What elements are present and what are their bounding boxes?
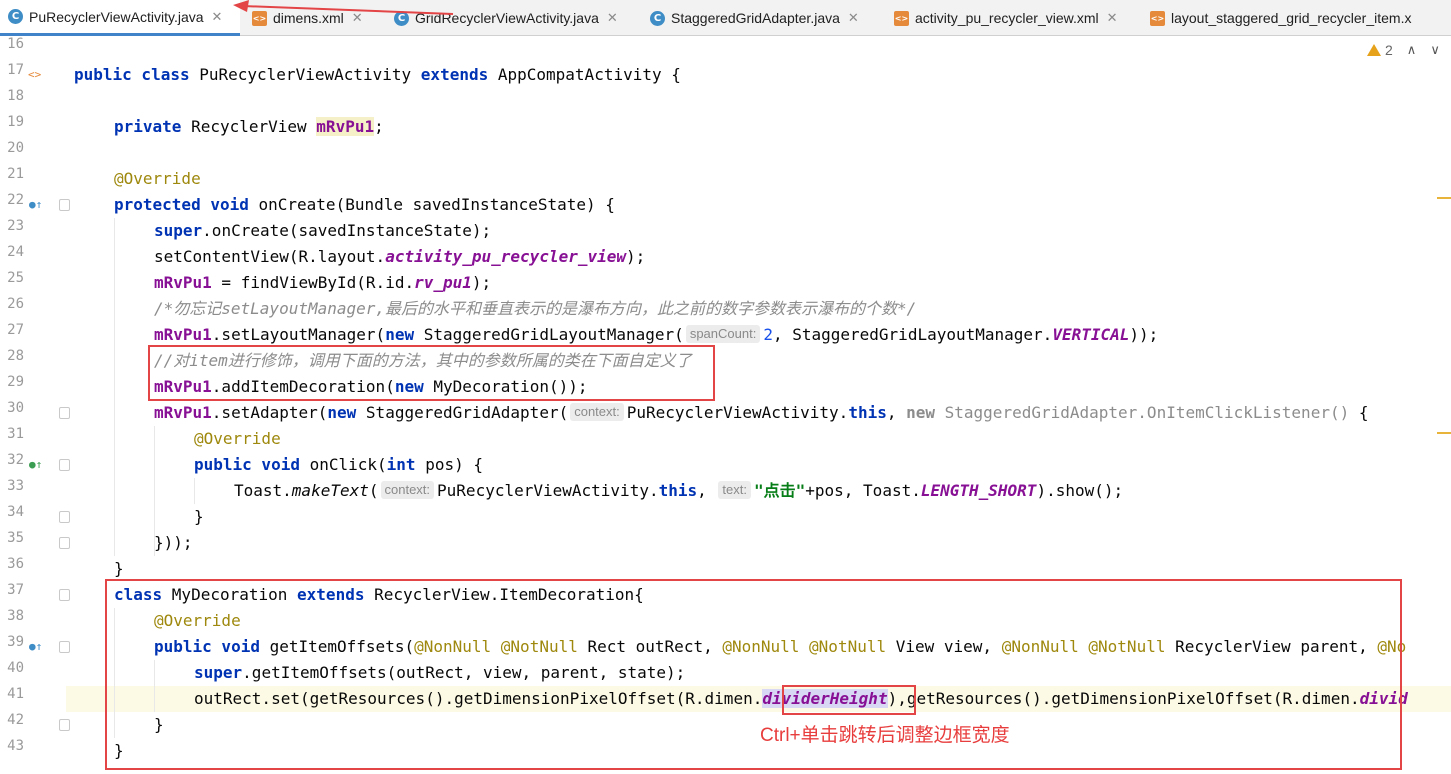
xml-file-icon[interactable]: <> xyxy=(28,62,41,88)
parameter-hint: context: xyxy=(380,481,435,499)
code-line-25: mRvPu1 = findViewById(R.id.rv_pu1); xyxy=(154,273,492,292)
code-line-19: private RecyclerView mRvPu1; xyxy=(114,117,384,136)
line-number-gutter: 16 17 18 19 20 21 22 23 24 25 26 27 28 29 30 31 32 33 34 35… xyxy=(0,36,70,774)
line-number: 35 xyxy=(7,530,24,546)
code-line-22: protected void onCreate(Bundle savedInst… xyxy=(114,195,615,214)
code-line-21: @Override xyxy=(114,169,201,188)
code-line-23: super.onCreate(savedInstanceState); xyxy=(154,221,492,240)
annotation-note: Ctrl+单击跳转后调整边框宽度 xyxy=(760,725,1010,746)
xml-file-icon: <> xyxy=(894,10,909,26)
tab-layout-staggered-grid-recycler-item[interactable]: <> layout_staggered_grid_recycler_item.x xyxy=(1142,0,1451,36)
xml-file-icon: <> xyxy=(1150,10,1165,26)
line-number: 42 xyxy=(7,712,24,728)
code-line-26: /*勿忘记setLayoutManager,最后的水平和垂直表示的是瀑布方向，此… xyxy=(154,299,917,318)
line-number: 31 xyxy=(7,426,24,442)
parameter-hint: context: xyxy=(570,403,624,421)
line-number: 38 xyxy=(7,608,24,624)
red-arrow-annotation xyxy=(233,0,454,15)
editor-tab-bar: C PuRecyclerViewActivity.java ✕ <> dimens.x… xyxy=(0,0,1451,36)
highlight-box-divider-height xyxy=(782,685,916,715)
close-icon[interactable]: ✕ xyxy=(848,10,859,26)
tab-label: layout_staggered_grid_recycler_item.x xyxy=(1171,10,1412,26)
line-number: 43 xyxy=(7,738,24,754)
close-icon[interactable]: ✕ xyxy=(212,9,223,25)
line-number: 28 xyxy=(7,348,24,364)
line-number: 29 xyxy=(7,374,24,390)
java-class-icon: C xyxy=(650,10,665,26)
line-number: 40 xyxy=(7,660,24,676)
line-number: 27 xyxy=(7,322,24,338)
highlight-box-my-decoration-class xyxy=(105,579,1402,770)
override-marker-icon[interactable]: ●↑ xyxy=(29,634,42,660)
line-number: 36 xyxy=(7,556,24,572)
line-number: 23 xyxy=(7,218,24,234)
close-icon[interactable]: ✕ xyxy=(607,10,618,26)
line-number: 22 xyxy=(7,192,24,208)
line-number: 26 xyxy=(7,296,24,312)
tab-label: PuRecyclerViewActivity.java xyxy=(29,8,204,25)
line-number: 25 xyxy=(7,270,24,286)
line-number: 24 xyxy=(7,244,24,260)
implement-marker-icon[interactable]: ●↑ xyxy=(29,452,42,478)
line-number: 16 xyxy=(7,36,24,52)
tab-staggered-grid-adapter[interactable]: C StaggeredGridAdapter.java ✕ xyxy=(642,0,884,36)
tab-pu-recycler-view-activity[interactable]: C PuRecyclerViewActivity.java ✕ xyxy=(0,0,240,36)
warning-stripe-marker[interactable] xyxy=(1437,432,1451,434)
code-line-30: mRvPu1.setAdapter(new StaggeredGridAdapt… xyxy=(154,403,1369,422)
code-line-17: public class PuRecyclerViewActivity exte… xyxy=(74,65,681,84)
line-number: 37 xyxy=(7,582,24,598)
tab-activity-pu-recycler-view-xml[interactable]: <> activity_pu_recycler_view.xml ✕ xyxy=(886,0,1140,36)
parameter-hint: spanCount: xyxy=(685,325,761,343)
line-number: 19 xyxy=(7,114,24,130)
java-class-icon: C xyxy=(8,9,23,24)
code-line-32: public void onClick(int pos) { xyxy=(194,455,483,474)
override-marker-icon[interactable]: ●↑ xyxy=(29,192,42,218)
line-number: 30 xyxy=(7,400,24,416)
line-number: 33 xyxy=(7,478,24,494)
line-number: 34 xyxy=(7,504,24,520)
code-line-24: setContentView(R.layout.activity_pu_recy… xyxy=(154,247,646,266)
line-number: 20 xyxy=(7,140,24,156)
warning-stripe-marker[interactable] xyxy=(1437,197,1451,199)
code-line-34: } xyxy=(194,507,204,526)
line-number: 32 xyxy=(7,452,24,468)
tab-label: StaggeredGridAdapter.java xyxy=(671,10,840,26)
tab-label: activity_pu_recycler_view.xml xyxy=(915,10,1099,26)
parameter-hint: text: xyxy=(718,481,751,499)
close-icon[interactable]: ✕ xyxy=(1107,10,1118,26)
code-line-35: })); xyxy=(154,533,193,552)
line-number: 39 xyxy=(7,634,24,650)
highlight-box-add-item-decoration xyxy=(148,345,715,401)
code-line-33: Toast.makeText(context: PuRecyclerViewAct… xyxy=(234,481,1124,500)
line-number: 17 xyxy=(7,62,24,78)
line-number: 41 xyxy=(7,686,24,702)
line-number: 18 xyxy=(7,88,24,104)
code-line-31: @Override xyxy=(194,429,281,448)
line-number: 21 xyxy=(7,166,24,182)
